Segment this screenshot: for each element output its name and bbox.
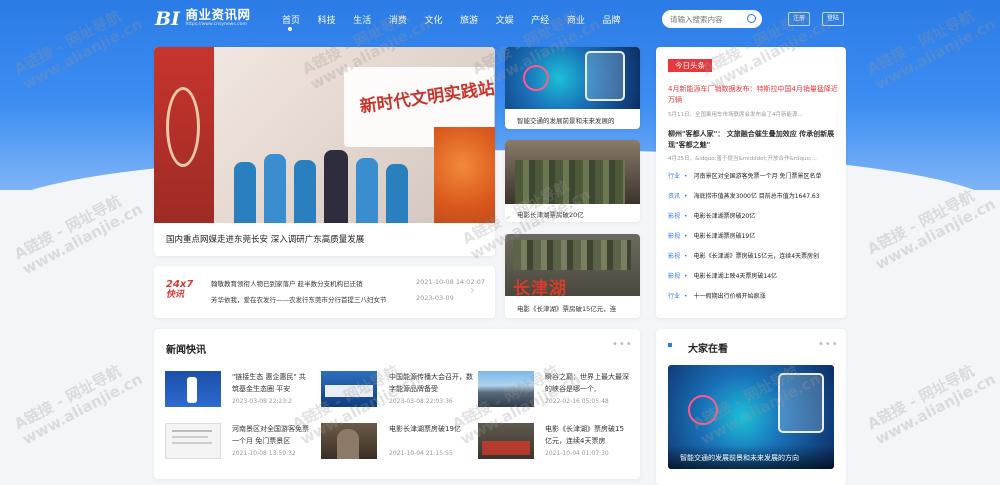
ticker-item-2[interactable]: 芳华依我，爱在农发行——农发行东莞市分行首提三八妇女节 (211, 294, 411, 304)
today-list-tag: 影视 (668, 233, 681, 240)
ticker-logo: 24x7 快讯 (166, 279, 194, 301)
nav-item-industry[interactable]: 产经 (531, 13, 549, 26)
news-item-title[interactable]: 瞬谷之巅：世界上最大最深的峡谷是哪一个, (545, 371, 630, 395)
popular-caption: 智能交通的发展前景和未来发展的方向 (680, 454, 799, 462)
today-summary-1: 5月11日，全国乘用车市场联席会发布会了4月新能源... (668, 112, 803, 118)
news-thumb-3[interactable] (478, 371, 534, 407)
news-thumb-2[interactable] (321, 371, 377, 407)
mid-card-2-caption: 电影长津湖票房破20亿 (517, 211, 584, 219)
news-item-date: 2021-10-04 21:15:55 (389, 450, 453, 457)
today-summary-2: 4月25日，&ldquo;善于提当&mldddot;开放合作&rdquo;... (668, 156, 817, 162)
today-card: 今日头条 4月新能源车厂销数据发布：特斯拉中国4月销量猛降近万辆 5月11日，全… (656, 47, 846, 318)
ticker-logo-bottom: 快讯 (166, 290, 185, 300)
today-list-text: 十一假期出行价格开始疯涨 (693, 293, 766, 300)
nav-item-travel[interactable]: 旅游 (460, 13, 478, 26)
news-thumb-4[interactable] (165, 423, 221, 459)
ticker-arrow-icon[interactable]: › (470, 283, 475, 297)
mid-card-1-caption: 智能交通的发展前景和未来发展的 (517, 117, 615, 125)
news-card: 新闻快讯 ••• "链接生态 惠企惠民" 共筑基金生态圈 平安 2023-03-… (154, 329, 640, 479)
popular-more-icon[interactable]: ••• (818, 339, 839, 350)
news-item-title[interactable]: 电影《长津湖》票房破15亿元，连续4天票房 (545, 423, 625, 447)
nav-item-entertainment[interactable]: 文娱 (496, 13, 514, 26)
ticker-item-1[interactable]: 翰敬教育领衔人物已到家落户 趁半数分支机构已迁销 (211, 278, 411, 288)
today-list-item[interactable]: 行业 • 河南景区对全国游客免票一个月 免门票景区名单 (668, 171, 838, 191)
today-list-item[interactable]: 影视 • 电影《长津湖》票房破15亿元，连续4天票房创 (668, 251, 838, 271)
today-list-tag: 影视 (668, 213, 681, 220)
mid-card-3-caption: 电影《长津湖》票房破15亿元，连 (517, 305, 617, 313)
nav-item-culture[interactable]: 文化 (424, 13, 442, 26)
logo-mark: BI (155, 8, 180, 30)
popular-bullet-icon (668, 343, 672, 347)
news-item-date: 2023-03-08 22:03:36 (389, 398, 453, 405)
today-headline-2[interactable]: 柳州"客都人家"： 文旅融合催生叠加效应 传承创新展现"客都之魅" (668, 129, 838, 151)
nav-item-consume[interactable]: 消费 (389, 13, 407, 26)
logo-url: https://www.cnsynews.com (185, 22, 247, 27)
today-list-tag: 影视 (668, 253, 681, 260)
today-list-item[interactable]: 影视 • 电影长津湖票房破19亿 (668, 231, 838, 251)
mid-card-3[interactable]: 长津湖 电影《长津湖》票房破15亿元，连 (505, 234, 640, 318)
top-header: BI 商业资讯网 https://www.cnsynews.com 首页 科技 … (0, 0, 1000, 38)
today-list-text: 海底捞市值蒸发3000亿 目前总市值为1647.63 (693, 193, 820, 200)
nav-item-business[interactable]: 商业 (567, 13, 585, 26)
today-list-tag: 资讯 (668, 193, 681, 200)
today-list-item[interactable]: 行业 • 十一假期出行价格开始疯涨 (668, 291, 838, 311)
search-icon[interactable] (747, 14, 756, 23)
today-list-text: 电影长津湖票房破19亿 (693, 233, 756, 240)
site-logo[interactable]: BI 商业资讯网 https://www.cnsynews.com (155, 7, 251, 31)
nav-item-tech[interactable]: 科技 (318, 13, 336, 26)
login-button[interactable]: 登陆 (822, 12, 844, 26)
popular-title: 大家在看 (688, 344, 728, 355)
today-list-item[interactable]: 影视 • 电影长津湖票房破20亿 (668, 211, 838, 231)
search-box (662, 10, 762, 28)
ticker-card: 24x7 快讯 翰敬教育领衔人物已到家落户 趁半数分支机构已迁销 2021-10… (154, 266, 495, 318)
nav-item-home[interactable]: 首页 (282, 13, 300, 31)
popular-image[interactable]: 智能交通的发展前景和未来发展的方向 (668, 365, 834, 469)
today-list-tag: 行业 (668, 293, 681, 300)
news-item-date: 2022-02-16 05:05:48 (545, 398, 609, 405)
logo-title: 商业资讯网 (185, 7, 251, 22)
today-list-text: 河南景区对全国游客免票一个月 免门票景区名单 (693, 173, 822, 180)
hero-card[interactable]: 新时代文明实践站 国内重点网媒走进东莞长安 深入调研广东高质量发展 (154, 47, 495, 256)
ticker-logo-top: 24x7 (166, 279, 194, 290)
today-list-text: 电影《长津湖》票房破15亿元，连续4天票房创 (693, 253, 820, 260)
popular-card: 大家在看 ••• 智能交通的发展前景和未来发展的方向 (656, 329, 846, 485)
nav-item-life[interactable]: 生活 (353, 13, 371, 26)
watermark: A链接 - 网址导航 www.alianjie.cn (864, 361, 999, 449)
ticker-date-2: 2023-03-09 (416, 294, 454, 302)
news-item-title[interactable]: 河南景区对全国游客免票一个月 免门票景区 (232, 423, 312, 447)
news-title: 新闻快讯 (166, 345, 206, 356)
today-list-text: 电影长津湖票房破20亿 (693, 213, 756, 220)
nav-item-brand[interactable]: 品牌 (602, 13, 620, 26)
news-item-title[interactable]: 中国能源传播大会召开，数字能源品牌备受 (389, 371, 474, 395)
news-thumb-6[interactable] (478, 423, 534, 459)
news-item-title[interactable]: 电影长津湖票房破19亿 (389, 423, 469, 447)
today-list-text: 电影长津湖上映4天票房破14亿 (693, 273, 778, 280)
mid-card-3-poster-title: 长津湖 (513, 279, 567, 296)
mid-card-1-image (505, 47, 640, 109)
search-input[interactable] (670, 10, 740, 28)
register-button[interactable]: 注册 (788, 12, 810, 26)
today-list-item[interactable]: 影视 • 电影长津湖上映4天票房破14亿 (668, 271, 838, 291)
today-list-item[interactable]: 资讯 • 海底捞市值蒸发3000亿 目前总市值为1647.63 (668, 191, 838, 211)
today-list-tag: 影视 (668, 273, 681, 280)
hero-caption: 国内重点网媒走进东莞长安 深入调研广东高质量发展 (166, 235, 365, 245)
today-list-tag: 行业 (668, 173, 681, 180)
today-badge: 今日头条 (668, 59, 712, 72)
news-item-date: 2023-03-08 22:23:2 (232, 398, 292, 405)
today-headline-1[interactable]: 4月新能源车厂销数据发布：特斯拉中国4月销量猛降近万辆 (668, 84, 838, 106)
hero-image: 新时代文明实践站 (154, 47, 495, 223)
news-thumb-1[interactable] (165, 371, 221, 407)
mid-card-2-image (505, 140, 640, 204)
news-item-date: 2021-10-08 13:59:32 (232, 450, 296, 457)
main-nav: 首页 科技 生活 消费 文化 旅游 文娱 产经 商业 品牌 (282, 13, 638, 31)
mid-card-3-image: 长津湖 (505, 234, 640, 296)
news-more-icon[interactable]: ••• (612, 339, 633, 350)
news-thumb-5[interactable] (321, 423, 377, 459)
mid-card-2[interactable]: 电影长津湖票房破20亿 (505, 140, 640, 222)
watermark: A链接 - 网址导航 www.alianjie.cn (11, 361, 146, 449)
news-item-date: 2021-10-04 01:07:30 (545, 450, 609, 457)
mid-card-1[interactable]: 智能交通的发展前景和未来发展的 (505, 47, 640, 129)
news-item-title[interactable]: "链接生态 惠企惠民" 共筑基金生态圈 平安 (232, 371, 307, 395)
